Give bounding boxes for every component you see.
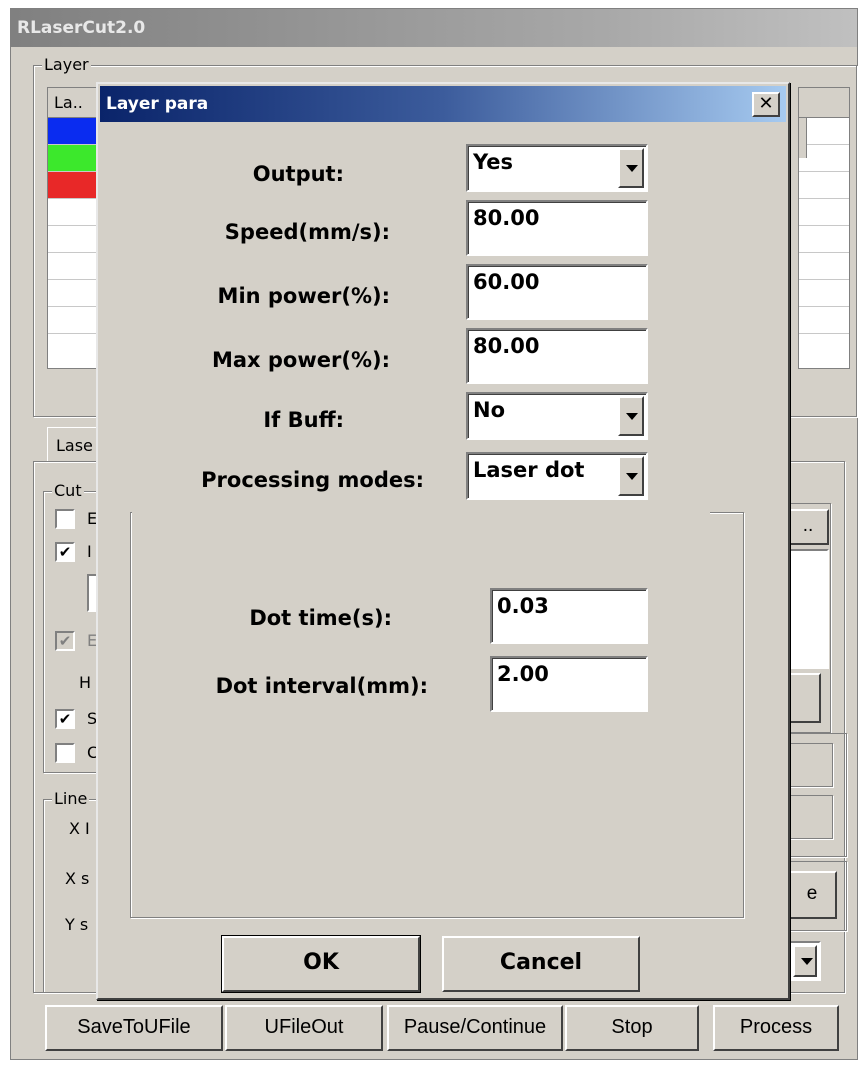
mode-parameters-group (130, 512, 744, 918)
speed-input[interactable]: 80.00 (466, 200, 648, 256)
if-buff-chevron-down-icon[interactable] (618, 396, 644, 436)
right-button-2[interactable]: e (787, 871, 837, 919)
line-xs-label: X s (65, 869, 90, 888)
layer-list[interactable]: La.. (47, 87, 97, 369)
app-title: RLaserCut2.0 (11, 9, 857, 47)
checkbox-c[interactable] (55, 743, 75, 763)
layer-color-swatch (48, 172, 96, 198)
layer-row[interactable] (48, 253, 96, 280)
processing-modes-select[interactable]: Laser dot (466, 452, 648, 500)
processing-modes-label: Processing modes: (201, 468, 424, 492)
dialog-title: Layer para (106, 94, 209, 114)
speed-label: Speed(mm/s): (224, 220, 390, 244)
checkbox-s[interactable]: ✔ (55, 709, 75, 729)
max-power-label: Max power(%): (211, 348, 390, 372)
layer-row[interactable] (799, 307, 849, 334)
layer-list-scrollbar[interactable] (799, 118, 807, 158)
line-x-label: X I (69, 819, 90, 838)
dot-time-input[interactable]: 0.03 (490, 588, 648, 644)
layer-group-label: Layer (42, 55, 91, 75)
layer-row[interactable] (48, 199, 96, 226)
cut-group-label: Cut (52, 481, 84, 501)
processing-modes-value: Laser dot (473, 458, 585, 482)
h-label: H (79, 673, 92, 692)
max-power-input[interactable]: 80.00 (466, 328, 648, 384)
checkbox-e[interactable] (55, 509, 75, 529)
if-buff-label: If Buff: (263, 408, 344, 432)
layer-list-header[interactable]: La.. (48, 88, 96, 118)
layer-list-right-part[interactable] (798, 87, 850, 369)
if-buff-value: No (473, 398, 506, 422)
dot-time-label: Dot time(s): (249, 606, 392, 630)
dot-interval-label: Dot interval(mm): (215, 674, 428, 698)
stop-button[interactable]: Stop (565, 1005, 699, 1051)
ufile-out-button[interactable]: UFileOut (225, 1005, 383, 1051)
output-label: Output: (252, 162, 344, 186)
dialog-title-bar[interactable]: Layer para ✕ (100, 86, 786, 122)
layer-color-swatch (48, 118, 96, 144)
layer-row-green[interactable] (48, 145, 96, 172)
cancel-button[interactable]: Cancel (442, 936, 640, 992)
output-select[interactable]: Yes (466, 144, 648, 192)
layer-row[interactable] (48, 307, 96, 334)
layer-row[interactable] (799, 172, 849, 199)
if-buff-select[interactable]: No (466, 392, 648, 440)
layer-row[interactable] (799, 226, 849, 253)
right-field-2 (787, 795, 833, 839)
save-to-ufile-button[interactable]: SaveToUFile (45, 1005, 223, 1051)
layer-list-header-right[interactable] (799, 88, 849, 118)
line-group-label: Line (52, 789, 90, 809)
right-combo[interactable] (787, 941, 821, 981)
close-icon[interactable]: ✕ (752, 92, 780, 117)
layer-row-red[interactable] (48, 172, 96, 199)
layer-row[interactable] (799, 280, 849, 307)
layer-row[interactable] (48, 280, 96, 307)
processing-modes-chevron-down-icon[interactable] (618, 456, 644, 496)
checkbox-i[interactable]: ✔ (55, 542, 75, 562)
right-field-1 (787, 743, 833, 787)
min-power-label: Min power(%): (217, 284, 390, 308)
layer-row[interactable] (799, 253, 849, 280)
layer-color-swatch (48, 145, 96, 171)
line-ys-label: Y s (65, 915, 89, 934)
layer-row[interactable] (48, 226, 96, 253)
layer-row[interactable] (799, 199, 849, 226)
output-chevron-down-icon[interactable] (618, 148, 644, 188)
min-power-input[interactable]: 60.00 (466, 264, 648, 320)
checkbox-e-disabled: ✔ (55, 631, 75, 651)
layer-row-blue[interactable] (48, 118, 96, 145)
right-ellipsis-button[interactable]: .. (787, 509, 829, 545)
layer-para-dialog: Layer para ✕ Output: Yes Speed(mm/s): 80… (96, 82, 790, 1000)
process-button[interactable]: Process (713, 1005, 839, 1051)
pause-continue-button[interactable]: Pause/Continue (387, 1005, 563, 1051)
right-button[interactable] (787, 673, 821, 723)
mode-parameters-group-gap (132, 506, 710, 518)
right-combo-arrow-icon[interactable] (793, 945, 817, 977)
checkbox-i-label: I (87, 542, 92, 561)
right-list[interactable] (787, 549, 829, 669)
ok-button[interactable]: OK (221, 935, 421, 993)
dot-interval-input[interactable]: 2.00 (490, 656, 648, 712)
output-value: Yes (473, 150, 514, 174)
